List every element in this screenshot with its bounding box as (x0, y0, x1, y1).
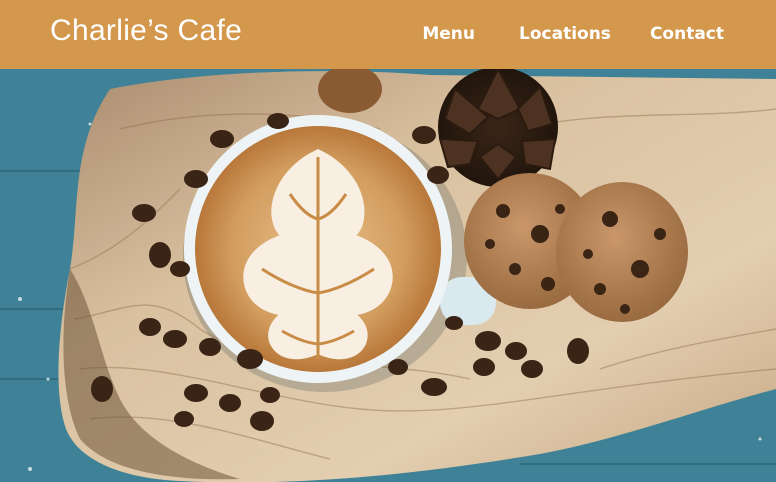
nav-link-contact[interactable]: Contact (650, 24, 724, 44)
coffee-photo-illustration (0, 69, 776, 482)
nav-link-locations[interactable]: Locations (519, 24, 611, 44)
nav-link-menu[interactable]: Menu (422, 24, 475, 44)
page: Charlie’s Cafe Menu Locations Contact (0, 0, 776, 482)
brand-logo-link[interactable]: Charlie’s Cafe (50, 14, 242, 48)
main-nav: Menu Locations Contact (422, 24, 724, 44)
hero-image (0, 69, 776, 482)
cookie-right (556, 182, 688, 322)
site-header: Charlie’s Cafe Menu Locations Contact (0, 0, 776, 69)
pine-cone (438, 69, 558, 187)
cookies (464, 173, 688, 322)
